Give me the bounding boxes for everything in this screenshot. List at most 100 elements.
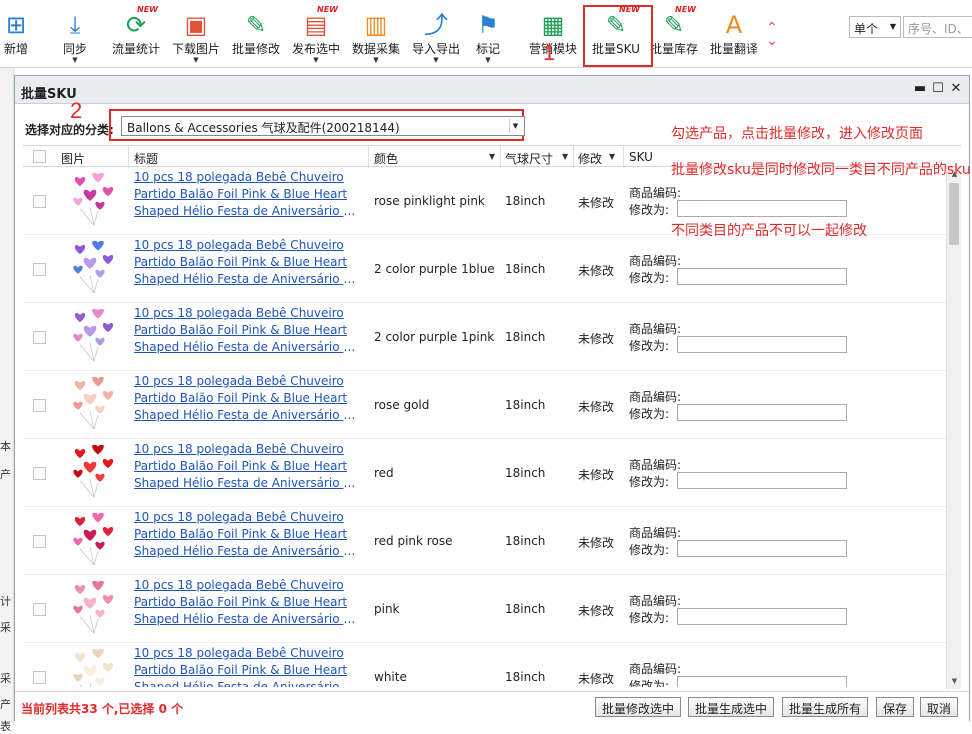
toolbar-button-0[interactable]: ⊞ 新增 <box>1 0 31 68</box>
balloon-shape <box>102 459 114 469</box>
product-image[interactable] <box>68 445 122 501</box>
cancel-button[interactable]: 取消 <box>920 697 959 717</box>
chevron-down-icon[interactable]: ▼ <box>485 56 490 64</box>
new-badge: NEW <box>137 5 158 14</box>
category-select[interactable]: Ballons & Accessories 气球及配件(200218144) ▼ <box>121 116 525 136</box>
balloon-shape <box>83 461 97 473</box>
toolbar-button-7[interactable]: ⤴ 导入导出 ▼ <box>408 0 464 68</box>
product-title-link[interactable]: 10 pcs 18 polegada Bebê Chuveiro Partido … <box>134 237 359 288</box>
balloon-shape <box>73 537 83 546</box>
toolbar-button-12[interactable]: A 批量翻译 <box>706 0 762 68</box>
row-checkbox[interactable] <box>33 331 46 344</box>
product-image[interactable] <box>68 581 122 637</box>
product-title-link[interactable]: 10 pcs 18 polegada Bebê Chuveiro Partido … <box>134 373 359 424</box>
toolbar-button-3[interactable]: ▣ 下载图片 ▼ <box>168 0 224 68</box>
close-icon[interactable]: ✕ <box>947 80 965 98</box>
search-input[interactable]: 序号、ID、 <box>903 16 972 38</box>
toolbar-button-2[interactable]: ⟳ 流量统计 NEW <box>108 0 164 68</box>
main-toolbar: ⊞ 新增 ⤓ 同步 ▼ ⟳ 流量统计 NEW ▣ 下载图片 ▼ ✎ 批量修改 ▤ 发布选中 NEW ▼ ▥ 数据采集… <box>0 0 972 68</box>
balloon-strings <box>79 206 99 226</box>
annotation-hint-category: 不同类目的产品不可以一起修改 <box>671 223 867 239</box>
product-image[interactable] <box>68 173 122 229</box>
scroll-down-icon[interactable]: ▼ <box>947 674 962 689</box>
dialog-title: 批量SKU <box>21 87 77 102</box>
chevron-down-icon[interactable]: ▼ <box>193 56 198 64</box>
row-checkbox[interactable] <box>33 195 46 208</box>
balloon-shape <box>83 257 97 269</box>
toolbar-button-4[interactable]: ✎ 批量修改 <box>228 0 284 68</box>
toolbar-button-5[interactable]: ▤ 发布选中 NEW ▼ <box>288 0 344 68</box>
sku-modify-input[interactable] <box>677 608 847 625</box>
sku-modify-input[interactable] <box>677 540 847 557</box>
save-button[interactable]: 保存 <box>876 697 915 717</box>
row-checkbox[interactable] <box>33 399 46 412</box>
col-color[interactable]: 颜色 <box>374 150 398 167</box>
product-title-link[interactable]: 10 pcs 18 polegada Bebê Chuveiro Partido … <box>134 169 359 220</box>
select-all-checkbox[interactable] <box>33 150 46 163</box>
modify-to-label: 修改为: <box>629 611 670 625</box>
product-title-link[interactable]: 10 pcs 18 polegada Bebê Chuveiro Partido … <box>134 305 359 356</box>
product-image[interactable] <box>68 513 122 569</box>
toolbar-button-6[interactable]: ▥ 数据采集 ▼ <box>348 0 404 68</box>
sku-modify-input[interactable] <box>677 336 847 353</box>
modified-status-cell: 未修改 <box>578 536 615 550</box>
balloon-shape <box>73 197 83 206</box>
toolbar-button-1[interactable]: ⤓ 同步 ▼ <box>55 0 95 68</box>
scroll-thumb[interactable] <box>949 183 959 245</box>
col-balloon-size[interactable]: 气球尺寸 <box>505 150 553 167</box>
search-mode-select[interactable]: 单个 ▼ <box>849 16 901 38</box>
row-checkbox[interactable] <box>33 535 46 548</box>
toolbar-collapse-icon[interactable]: ⌃ ⌄ <box>766 21 778 48</box>
selection-status: 当前列表共33 个,已选择 0 个 <box>21 702 184 716</box>
chevron-down-icon[interactable]: ▼ <box>890 22 896 31</box>
sort-size-icon[interactable]: ▼ <box>562 152 568 161</box>
product-image[interactable] <box>68 241 122 297</box>
col-modified[interactable]: 修改 <box>578 150 602 167</box>
background-row-fragment: 采 <box>0 672 11 685</box>
product-title-link[interactable]: 10 pcs 18 polegada Bebê Chuveiro Partido … <box>134 577 359 628</box>
translate-icon: A <box>725 11 743 39</box>
sku-modify-input[interactable] <box>677 268 847 285</box>
col-image: 图片 <box>61 152 86 166</box>
product-image[interactable] <box>68 377 122 433</box>
product-image[interactable] <box>68 309 122 365</box>
sku-modify-input[interactable] <box>677 404 847 421</box>
toolbar-label: 导入导出 <box>411 42 460 56</box>
maximize-icon[interactable]: ☐ <box>929 80 947 98</box>
balloon-shape <box>74 585 86 595</box>
sku-code-label: 商品编码: <box>629 594 682 608</box>
product-title-link[interactable]: 10 pcs 18 polegada Bebê Chuveiro Partido … <box>134 441 359 492</box>
balloon-shape <box>83 393 97 405</box>
chevron-down-icon[interactable]: ▼ <box>373 56 378 64</box>
sku-modify-input[interactable] <box>677 676 847 687</box>
chevron-down-icon[interactable]: ▼ <box>509 119 521 133</box>
category-select-value: Ballons & Accessories 气球及配件(200218144) <box>127 121 400 135</box>
batch-generate-all-button[interactable]: 批量生成所有 <box>782 697 869 717</box>
product-title-link[interactable]: 10 pcs 18 polegada Bebê Chuveiro Partido … <box>134 645 359 687</box>
minimize-icon[interactable]: ▬ <box>911 80 929 98</box>
row-checkbox[interactable] <box>33 603 46 616</box>
product-title-line: Shaped Hélio Festa de Aniversário d... <box>134 204 359 218</box>
balloon-shape <box>92 581 104 591</box>
toolbar-button-8[interactable]: ⚑ 标记 ▼ <box>468 0 508 68</box>
sort-modified-icon[interactable]: ▼ <box>609 152 615 161</box>
sku-modify-input[interactable] <box>677 472 847 489</box>
sort-color-icon[interactable]: ▼ <box>489 152 495 161</box>
batch-modify-selected-button[interactable]: 批量修改选中 <box>595 697 682 717</box>
row-checkbox[interactable] <box>33 671 46 684</box>
row-checkbox[interactable] <box>33 263 46 276</box>
chevron-down-icon[interactable]: ▼ <box>313 56 318 64</box>
row-checkbox[interactable] <box>33 467 46 480</box>
toolbar-button-11[interactable]: ✎ 批量库存 NEW <box>646 0 702 68</box>
chevron-down-icon[interactable]: ▼ <box>72 56 77 64</box>
product-image[interactable] <box>68 649 122 687</box>
batch-sku-dialog: 批量SKU ▬ ☐ ✕ 选择对应的分类: Ballons & Accessori… <box>14 75 971 721</box>
batch-generate-selected-button[interactable]: 批量生成选中 <box>688 697 775 717</box>
table-row: 10 pcs 18 polegada Bebê Chuveiro Partido … <box>23 575 946 643</box>
balloon-shape <box>73 333 83 342</box>
product-title-link[interactable]: 10 pcs 18 polegada Bebê Chuveiro Partido … <box>134 509 359 560</box>
balloon-shape <box>74 449 86 459</box>
vertical-scrollbar[interactable]: ▲ ▼ <box>946 167 961 689</box>
sku-modify-input[interactable] <box>677 200 847 217</box>
chevron-down-icon[interactable]: ▼ <box>433 56 438 64</box>
